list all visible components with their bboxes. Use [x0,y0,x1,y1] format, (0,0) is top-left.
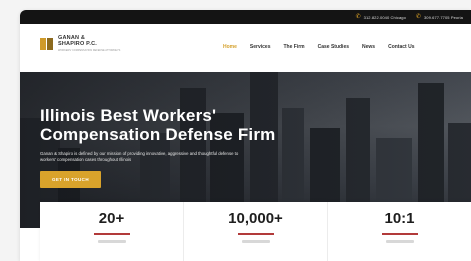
topbar: ✆ 312.822.0040 Chicago ✆ 309.677.7705 Pe… [20,10,471,24]
phone-icon: ✆ [355,14,361,20]
logo-name-line2: SHAPIRO P.C. [58,40,97,47]
stat-value: 10,000+ [228,210,283,227]
hero-title-line1: Illinois Best Workers' [40,106,217,125]
phone-chicago[interactable]: ✆ 312.822.0040 Chicago [356,14,406,20]
phone-peoria-text: 309.677.7705 Peoria [423,14,463,20]
stat-ratio: 10:1 [328,202,471,261]
stat-divider [237,233,274,235]
stat-caption [97,239,126,243]
stat-divider [93,233,130,235]
stat-divider [381,233,418,235]
hero-content: Illinois Best Workers' Compensation Defe… [40,106,340,188]
nav-contact-us[interactable]: Contact Us [388,44,414,50]
nav-services[interactable]: Services [250,44,271,50]
site-header: GANAN & SHAPIRO P.C. WORKERS' COMPENSATI… [20,24,471,72]
get-in-touch-button[interactable]: GET IN TOUCH [40,171,101,188]
stat-caption [385,239,414,243]
hero-title-line2: Compensation Defense Firm [40,125,276,144]
nav-home[interactable]: Home [223,44,237,50]
main-nav: Home Services The Firm Case Studies News… [223,44,414,50]
nav-news[interactable]: News [362,44,375,50]
phone-icon: ✆ [415,14,421,20]
browser-frame: ✆ 312.822.0040 Chicago ✆ 309.677.7705 Pe… [20,10,471,261]
stat-years: 20+ [40,202,184,261]
hero-title: Illinois Best Workers' Compensation Defe… [40,106,340,144]
stats-bar: 20+ 10,000+ 10:1 [40,202,471,261]
stat-value: 10:1 [384,210,415,227]
phone-chicago-text: 312.822.0040 Chicago [363,14,406,20]
stat-cases: 10,000+ [184,202,328,261]
stat-value: 20+ [98,210,125,227]
hero-description: Ganan & Shapiro is defined by our missio… [40,151,239,162]
nav-the-firm[interactable]: The Firm [283,44,304,50]
logo-tagline: WORKERS' COMPENSATION DEFENSE ATTORNEYS [58,49,121,52]
logo-mark-icon [40,36,55,52]
stat-caption [241,239,270,243]
nav-case-studies[interactable]: Case Studies [318,44,349,50]
site-logo[interactable]: GANAN & SHAPIRO P.C. WORKERS' COMPENSATI… [40,35,121,52]
phone-peoria[interactable]: ✆ 309.677.7705 Peoria [416,14,463,20]
